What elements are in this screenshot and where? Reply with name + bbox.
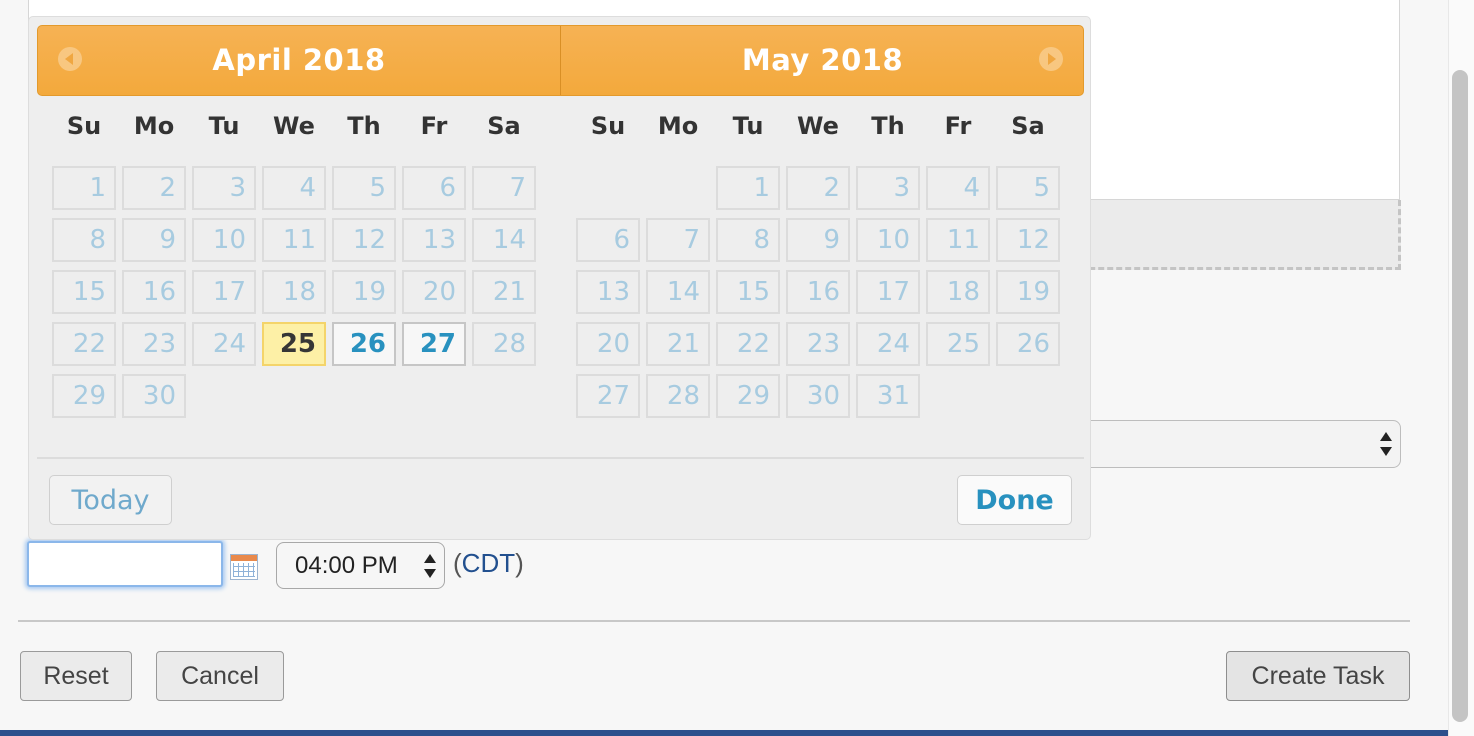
time-value: 04:00 PM (295, 552, 398, 579)
select-arrows-icon (424, 553, 436, 579)
calendar-day: 22 (52, 322, 116, 366)
calendar-day: 21 (646, 322, 710, 366)
timezone-link[interactable]: CDT (462, 548, 515, 578)
calendar-day: 30 (786, 374, 850, 418)
calendar-day: 24 (192, 322, 256, 366)
calendar-day: 9 (122, 218, 186, 262)
weekday-header: Su (590, 112, 626, 140)
weekday-header: Mo (657, 112, 699, 140)
calendar-day: 9 (786, 218, 850, 262)
calendar-day: 13 (576, 270, 640, 314)
calendar-day: 25 (926, 322, 990, 366)
calendar-day: 22 (716, 322, 780, 366)
month-title-april: April 2018 (212, 43, 386, 77)
calendar-day: 23 (122, 322, 186, 366)
weekday-header: Su (66, 112, 102, 140)
calendar-day: 4 (262, 166, 326, 210)
calendar-day: 2 (786, 166, 850, 210)
calendar-day: 21 (472, 270, 536, 314)
calendar-day: 17 (856, 270, 920, 314)
calendar-day: 5 (996, 166, 1060, 210)
calendar-day: 11 (926, 218, 990, 262)
calendar-day: 5 (332, 166, 396, 210)
calendar-day: 29 (52, 374, 116, 418)
calendar-day: 13 (402, 218, 466, 262)
create-task-button[interactable]: Create Task (1226, 651, 1410, 701)
weekday-header: We (273, 112, 315, 140)
calendar-day: 17 (192, 270, 256, 314)
divider (18, 620, 1410, 622)
datepicker-separator (37, 457, 1084, 459)
chevron-right-icon[interactable] (1039, 47, 1063, 71)
due-date-input[interactable] (27, 541, 223, 587)
calendar-day: 16 (786, 270, 850, 314)
done-button[interactable]: Done (957, 475, 1072, 525)
calendar-day: 6 (576, 218, 640, 262)
calendar-day: 10 (192, 218, 256, 262)
weekday-header: Th (871, 112, 905, 140)
calendar-day: 15 (716, 270, 780, 314)
calendar-day-selectable[interactable]: 26 (332, 322, 396, 366)
calendar-day: 23 (786, 322, 850, 366)
weekday-header: Sa (1011, 112, 1045, 140)
weekday-header: Sa (487, 112, 521, 140)
datepicker-popup: April 2018 May 2018 Today Done Su Mo Tu We T… (28, 16, 1091, 540)
calendar-day: 30 (122, 374, 186, 418)
select-arrows-icon (1380, 431, 1392, 457)
calendar-day: 12 (332, 218, 396, 262)
calendar-day: 19 (996, 270, 1060, 314)
due-time-select[interactable]: 04:00 PM (276, 542, 445, 589)
calendar-day: 1 (52, 166, 116, 210)
weekday-header: We (797, 112, 839, 140)
calendar-day: 7 (646, 218, 710, 262)
weekday-header: Tu (208, 112, 240, 140)
calendar-day-selectable[interactable]: 27 (402, 322, 466, 366)
weekday-header: Tu (732, 112, 764, 140)
calendar-day: 12 (996, 218, 1060, 262)
cancel-button[interactable]: Cancel (156, 651, 284, 701)
calendar-day: 1 (716, 166, 780, 210)
calendar-day: 18 (926, 270, 990, 314)
calendar-day: 7 (472, 166, 536, 210)
calendar-day: 31 (856, 374, 920, 418)
calendar-icon[interactable] (230, 554, 258, 580)
calendar-day: 11 (262, 218, 326, 262)
reset-button[interactable]: Reset (20, 651, 132, 701)
scrollbar-thumb[interactable] (1452, 70, 1468, 722)
calendar-day: 15 (52, 270, 116, 314)
calendar-day: 6 (402, 166, 466, 210)
today-button[interactable]: Today (49, 475, 172, 525)
weekday-header: Fr (420, 112, 448, 140)
weekday-header: Fr (944, 112, 972, 140)
calendar-day: 10 (856, 218, 920, 262)
weekday-header: Th (347, 112, 381, 140)
bottom-border (0, 730, 1448, 736)
calendar-day: 29 (716, 374, 780, 418)
calendar-day: 8 (52, 218, 116, 262)
calendar-day: 3 (856, 166, 920, 210)
calendar-day: 18 (262, 270, 326, 314)
calendar-day: 4 (926, 166, 990, 210)
calendar-day: 3 (192, 166, 256, 210)
calendar-day: 14 (646, 270, 710, 314)
calendar-day: 20 (576, 322, 640, 366)
weekday-header: Mo (133, 112, 175, 140)
calendar-day: 27 (576, 374, 640, 418)
month-title-may: May 2018 (741, 43, 904, 77)
timezone-label: (CDT) (453, 548, 524, 578)
calendar-day: 14 (472, 218, 536, 262)
calendar-day: 24 (856, 322, 920, 366)
calendar-day: 20 (402, 270, 466, 314)
calendar-day: 26 (996, 322, 1060, 366)
calendar-day: 19 (332, 270, 396, 314)
calendar-day: 16 (122, 270, 186, 314)
calendar-day: 28 (472, 322, 536, 366)
calendar-day: 28 (646, 374, 710, 418)
calendar-day-today[interactable]: 25 (262, 322, 326, 366)
calendar-day: 2 (122, 166, 186, 210)
calendar-day: 8 (716, 218, 780, 262)
datepicker-header: April 2018 May 2018 (37, 25, 1084, 96)
